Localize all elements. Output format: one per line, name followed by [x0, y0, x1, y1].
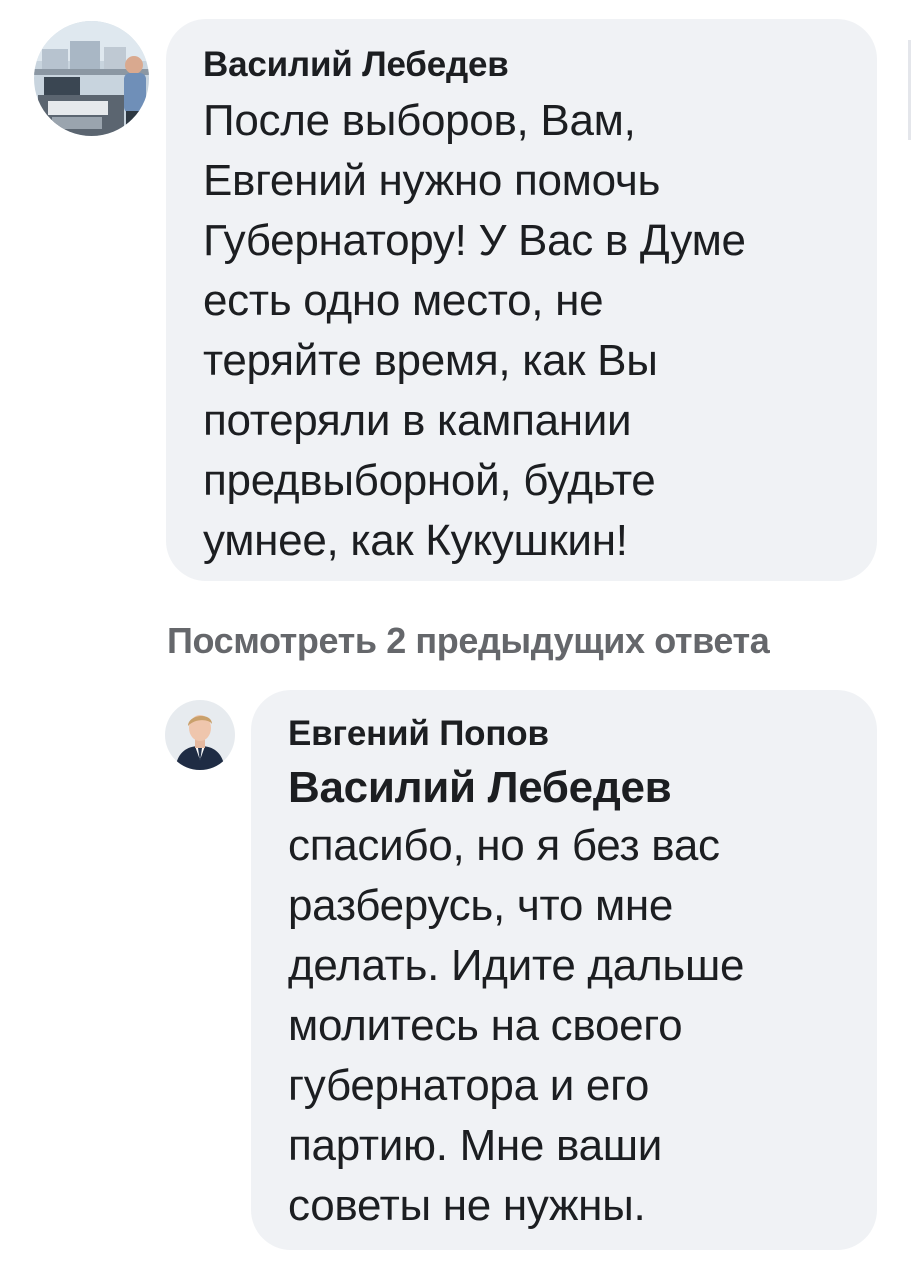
comment-bubble: Василий Лебедев После выборов, Вам, Евге… [166, 19, 877, 581]
mention-link[interactable]: Василий Лебедев [288, 760, 847, 816]
comment-text: После выборов, Вам, Евгений нужно помочь… [203, 96, 746, 565]
avatar[interactable] [165, 700, 235, 770]
comment-author[interactable]: Василий Лебедев [203, 45, 847, 85]
profile-photo [165, 700, 235, 770]
view-previous-replies-link[interactable]: Посмотреть 2 предыдущих ответа [167, 615, 770, 667]
reply-author[interactable]: Евгений Попов [288, 714, 847, 754]
profile-photo [34, 21, 149, 136]
avatar[interactable] [34, 21, 149, 136]
reply-text: спасибо, но я без вас разберусь, что мне… [288, 821, 745, 1230]
reply-bubble: Евгений Попов Василий Лебедев спасибо, н… [251, 690, 877, 1250]
